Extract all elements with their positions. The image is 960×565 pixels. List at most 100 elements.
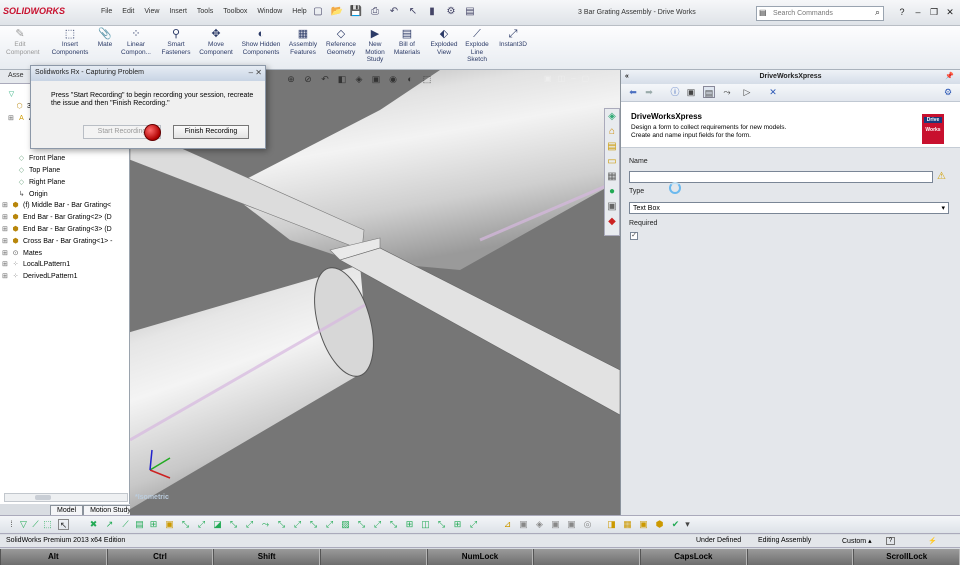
filter-centermarks-icon[interactable]: ⤢ bbox=[324, 519, 335, 530]
chevron-down-icon[interactable]: ▾ bbox=[941, 204, 945, 212]
sketch-icon[interactable]: ▣ bbox=[518, 519, 529, 530]
status-help-icon[interactable]: ? bbox=[886, 537, 895, 545]
menu-file[interactable]: File bbox=[96, 8, 117, 15]
scrollbar-thumb[interactable] bbox=[35, 495, 51, 500]
filter-loops-icon[interactable]: ▨ bbox=[340, 519, 351, 530]
filter-points-icon[interactable]: ▤ bbox=[134, 519, 145, 530]
dialog-minimize-icon[interactable]: – bbox=[249, 68, 253, 77]
new-motion-study-button[interactable]: ▶ New Motion Study bbox=[362, 28, 388, 64]
filter-cosmetic-icon[interactable]: ⤢ bbox=[244, 519, 255, 530]
viewport-split-icon[interactable]: ◫ bbox=[558, 74, 566, 83]
tree-item-mates[interactable]: ⊞ ⊙ Mates bbox=[2, 249, 42, 257]
explode-line-sketch-button[interactable]: ⟋ Explode Line Sketch bbox=[462, 28, 492, 64]
zoom-to-fit-icon[interactable]: ⊕ bbox=[285, 74, 297, 85]
filter-components-icon[interactable]: ▣ bbox=[164, 519, 175, 530]
filter-silhouette-icon[interactable]: ⤢ bbox=[372, 519, 383, 530]
minimize-button[interactable]: – bbox=[912, 6, 924, 18]
forward-icon[interactable]: ➡ bbox=[643, 86, 655, 98]
required-checkbox[interactable]: ✓ bbox=[630, 232, 638, 240]
reference-plane-icon[interactable]: ⊿ bbox=[502, 519, 513, 530]
info-icon[interactable]: ⓘ bbox=[669, 86, 681, 98]
tree-item-cross-bar[interactable]: ⊞ ⬢ Cross Bar - Bar Grating<1> - bbox=[2, 237, 112, 245]
close-button[interactable]: ✕ bbox=[944, 6, 956, 18]
filter-datum-icon[interactable]: ⤳ bbox=[260, 519, 271, 530]
smart-dimension-icon[interactable]: ◈ bbox=[534, 519, 545, 530]
spline-icon[interactable]: ▦ bbox=[622, 519, 633, 530]
filter-cells-icon[interactable]: ⤡ bbox=[436, 519, 447, 530]
display-style-icon[interactable]: ▣ bbox=[370, 74, 382, 85]
tree-item-end-bar-2[interactable]: ⊞ ⬢ End Bar - Bar Grating<2> (D bbox=[2, 213, 112, 221]
filter-blocks-icon[interactable]: ◫ bbox=[420, 519, 431, 530]
menu-window[interactable]: Window bbox=[252, 8, 287, 15]
driveworks-icon[interactable]: ◆ bbox=[605, 214, 619, 229]
rebuild-icon[interactable]: ▮ bbox=[424, 4, 440, 20]
tree-item-end-bar-3[interactable]: ⊞ ⬢ End Bar - Bar Grating<3> (D bbox=[2, 225, 112, 233]
help-icon[interactable]: ? bbox=[896, 6, 908, 18]
new-document-icon[interactable]: ▢ bbox=[310, 4, 326, 20]
menu-toolbox[interactable]: Toolbox bbox=[218, 8, 252, 15]
filter-tables-icon[interactable]: ⊞ bbox=[452, 519, 463, 530]
filter-icon[interactable]: ▽ bbox=[6, 90, 19, 98]
select-tool-icon[interactable]: ↖ bbox=[58, 519, 69, 530]
tree-expander[interactable]: ⊞ bbox=[2, 213, 10, 221]
print-icon[interactable]: ⎙ bbox=[367, 4, 383, 20]
menu-edit[interactable]: Edit bbox=[117, 8, 139, 15]
appearance-icon[interactable]: ◐ bbox=[404, 74, 416, 85]
filter-surface-finish-icon[interactable]: ⤡ bbox=[308, 519, 319, 530]
tree-horizontal-scrollbar[interactable] bbox=[4, 493, 128, 502]
open-icon[interactable]: 📂 bbox=[329, 4, 345, 20]
run-icon[interactable]: ▷ bbox=[741, 86, 753, 98]
design-library-icon[interactable]: ⌂ bbox=[605, 124, 619, 139]
instant3d-button[interactable]: ⤢ Instant3D bbox=[496, 28, 530, 49]
line-icon[interactable]: ▣ bbox=[550, 519, 561, 530]
previous-view-icon[interactable]: ↶ bbox=[319, 74, 331, 85]
filter-anchors-icon[interactable]: ⤢ bbox=[468, 519, 479, 530]
restore-button[interactable]: ❐ bbox=[928, 6, 940, 18]
filter-faces-icon[interactable]: ⬚ bbox=[42, 519, 53, 530]
toolbar-more-icon[interactable]: ▾ bbox=[682, 519, 693, 530]
smart-fasteners-button[interactable]: ⚲ Smart Fasteners bbox=[158, 28, 194, 56]
search-commands-input[interactable]: ▤ Search Commands ⌕ bbox=[756, 6, 884, 21]
select-icon[interactable]: ↖ bbox=[405, 4, 421, 20]
search-results-icon[interactable]: ▭ bbox=[605, 154, 619, 169]
solidworks-resources-icon[interactable]: ◈ bbox=[605, 109, 619, 124]
viewport-restore-icon[interactable]: ▣ bbox=[544, 74, 552, 83]
filter-vertices-icon[interactable]: ✖ bbox=[88, 519, 99, 530]
units-selector[interactable]: Custom ▴ bbox=[842, 537, 872, 545]
section-view-icon[interactable]: ◧ bbox=[336, 74, 348, 85]
tree-expander[interactable]: ⊞ bbox=[2, 201, 10, 209]
finish-recording-button[interactable]: Finish Recording bbox=[173, 125, 249, 139]
tree-expander[interactable]: ⊞ bbox=[8, 114, 16, 122]
filter-routing-icon[interactable]: ⤡ bbox=[388, 519, 399, 530]
search-scope-icon[interactable]: ▤ bbox=[759, 8, 767, 17]
polygon-icon[interactable]: ▣ bbox=[638, 519, 649, 530]
search-icon[interactable]: ⌕ bbox=[875, 7, 880, 18]
circle-icon[interactable]: ◎ bbox=[582, 519, 593, 530]
filter-planes-icon[interactable]: ⟋ bbox=[120, 519, 131, 530]
menu-view[interactable]: View bbox=[139, 8, 164, 15]
form-icon[interactable]: ▤ bbox=[703, 86, 715, 98]
move-component-button[interactable]: ✥ Move Component bbox=[196, 28, 236, 56]
tree-expander[interactable]: ⊞ bbox=[2, 237, 10, 245]
back-icon[interactable]: ⬅ bbox=[627, 86, 639, 98]
save-icon[interactable]: 💾 bbox=[348, 4, 364, 20]
fillet-icon[interactable]: ⬢ bbox=[654, 519, 665, 530]
edit-component-button[interactable]: ✎ Edit Component bbox=[6, 28, 40, 56]
file-explorer-icon[interactable]: ▤ bbox=[605, 139, 619, 154]
view-orientation-icon[interactable]: ◈ bbox=[353, 74, 365, 85]
settings-icon[interactable]: ⚙ bbox=[942, 86, 954, 98]
filter-midpoints-icon[interactable]: ⤡ bbox=[356, 519, 367, 530]
menu-help[interactable]: Help bbox=[287, 8, 311, 15]
reference-geometry-button[interactable]: ◇ Reference Geometry bbox=[322, 28, 360, 56]
solidworks-logo[interactable]: SOLIDWORKS bbox=[3, 6, 65, 16]
custom-properties-icon[interactable]: ▣ bbox=[605, 199, 619, 214]
tree-expander[interactable]: ⊞ bbox=[2, 225, 10, 233]
tree-item-derived-pattern[interactable]: ⊞ ⁘ DerivedLPattern1 bbox=[2, 272, 77, 280]
tree-item-top-plane[interactable]: ◇ Top Plane bbox=[8, 166, 60, 174]
feature-manager-tab-label[interactable]: Asse bbox=[8, 72, 24, 79]
filter-features-icon[interactable]: ⊞ bbox=[148, 519, 159, 530]
type-select[interactable]: Text Box ▾ bbox=[629, 202, 949, 214]
filter-axes-icon[interactable]: ↗ bbox=[104, 519, 115, 530]
text-icon[interactable]: ✔ bbox=[670, 519, 681, 530]
arc-icon[interactable]: ◨ bbox=[606, 519, 617, 530]
